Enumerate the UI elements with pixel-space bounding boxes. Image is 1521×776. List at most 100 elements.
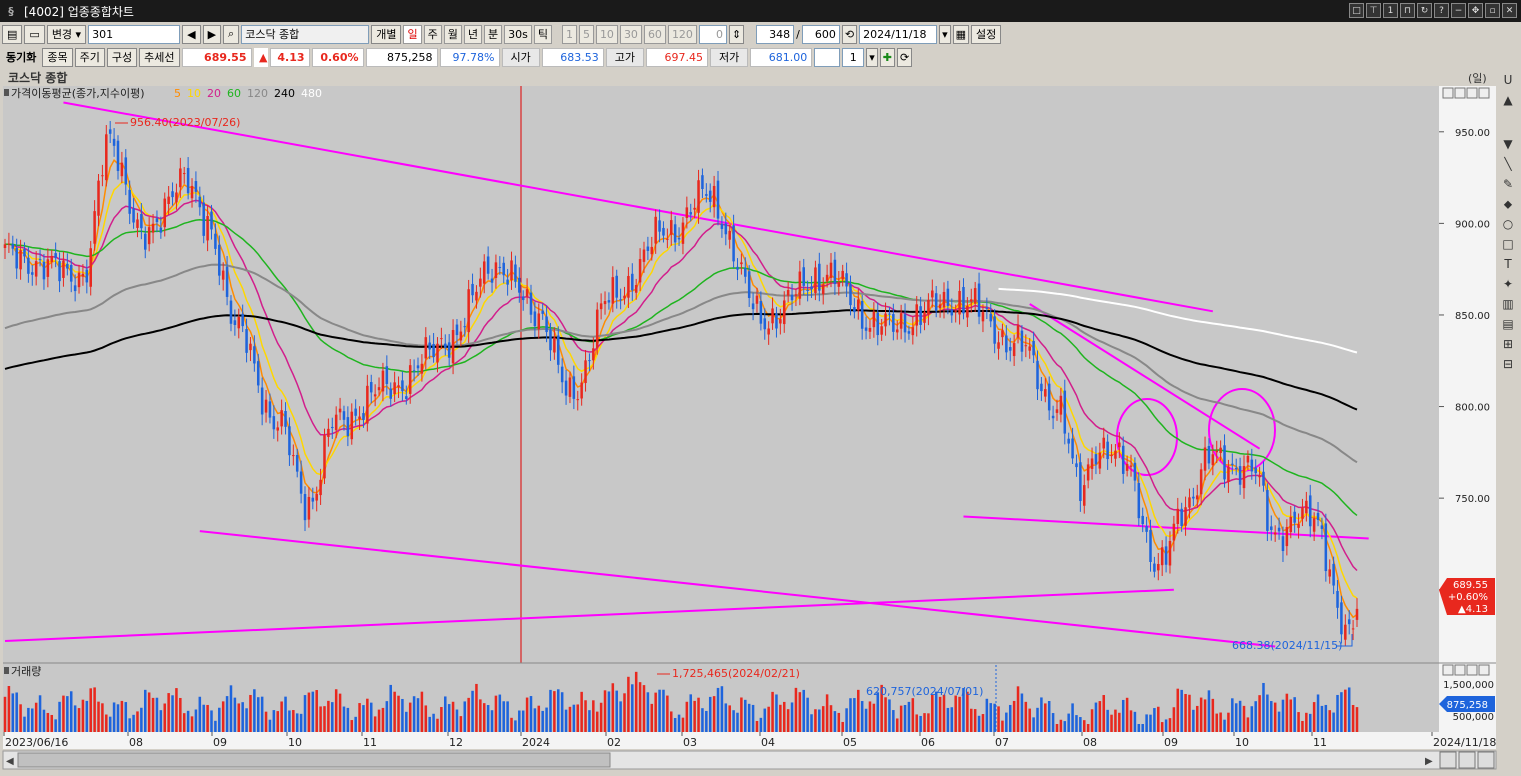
volume-bar xyxy=(151,697,155,732)
period-30s[interactable]: 30s xyxy=(504,24,532,44)
drawing-tool-icon[interactable]: ▥ xyxy=(1502,297,1513,311)
minute-120[interactable]: 120 xyxy=(667,24,697,44)
minute-60[interactable]: 60 xyxy=(643,24,666,44)
compose-button[interactable]: 구성 xyxy=(106,47,138,67)
volume-bar xyxy=(1227,712,1230,732)
drawing-tool-icon[interactable]: ⊞ xyxy=(1503,337,1513,351)
minute-1[interactable]: 1 xyxy=(561,24,577,44)
date-input[interactable]: 2024/11/18 xyxy=(859,24,938,44)
minute-30[interactable]: 30 xyxy=(619,24,642,44)
individual-button[interactable]: 개별 xyxy=(371,24,402,44)
compare-checkbox[interactable] xyxy=(814,47,841,67)
date-dropdown-button[interactable]: ▾ xyxy=(939,24,951,44)
minute-spinner[interactable]: ⇕ xyxy=(728,24,745,44)
volume-bar xyxy=(11,693,15,732)
prev-code-button[interactable]: ◀ xyxy=(182,24,201,44)
volume-bar xyxy=(303,695,307,732)
candle xyxy=(237,316,241,329)
volume-bar xyxy=(108,716,112,732)
scrollbar-thumb[interactable] xyxy=(17,752,611,768)
period-month[interactable]: 월 xyxy=(443,24,462,44)
period-minute[interactable]: 분 xyxy=(483,24,503,44)
drawing-tool-icon[interactable]: ╲ xyxy=(1503,156,1512,171)
link-icon[interactable]: ↻ xyxy=(1417,3,1432,18)
restore-layout-icon[interactable]: □ xyxy=(1349,3,1364,18)
price-tick-label: 900.00 xyxy=(1455,219,1490,230)
volume-bar xyxy=(1211,698,1215,732)
item-button[interactable]: 종목 xyxy=(42,47,73,67)
candle xyxy=(128,189,131,214)
period-day[interactable]: 일 xyxy=(403,24,422,44)
screen-button[interactable]: ▭ xyxy=(24,24,45,44)
volume-bar xyxy=(529,696,533,732)
multiplier-dropdown[interactable]: ▾ xyxy=(866,47,878,67)
reload-button[interactable]: ⟳ xyxy=(897,47,913,67)
volume-bar xyxy=(1289,699,1293,732)
fix-icon[interactable]: ⊤ xyxy=(1366,3,1381,18)
custom-minute-input[interactable]: 0 xyxy=(698,24,727,44)
period-tick[interactable]: 틱 xyxy=(533,24,552,44)
candle xyxy=(751,303,755,310)
drawing-tool-icon[interactable]: ▤ xyxy=(1502,317,1513,331)
period-week[interactable]: 주 xyxy=(423,24,442,44)
add-button[interactable]: ✚ xyxy=(879,47,895,67)
volume-bar xyxy=(159,710,163,732)
next-code-button[interactable]: ▶ xyxy=(202,24,222,44)
maximize-icon[interactable]: ▫ xyxy=(1485,3,1500,18)
minute-10[interactable]: 10 xyxy=(595,24,618,44)
search-code-button[interactable]: ⌕ xyxy=(223,24,240,44)
volume-bar xyxy=(1036,707,1039,732)
scroll-right-icon[interactable]: ▶ xyxy=(1425,756,1433,767)
chevron-down-icon: ▾ xyxy=(869,50,875,64)
multiplier-select[interactable]: 1 xyxy=(842,47,865,67)
candle xyxy=(295,454,299,472)
zoom-in-button[interactable] xyxy=(1477,751,1495,769)
drawing-tool-icon[interactable]: ⬥ xyxy=(1504,197,1513,211)
drawing-tool-icon[interactable]: ⊟ xyxy=(1503,357,1513,371)
close-icon[interactable]: ✕ xyxy=(1502,3,1517,18)
volume-bar xyxy=(1246,717,1250,732)
change-button[interactable]: 변경 ▾ xyxy=(46,24,87,44)
candle xyxy=(588,360,591,362)
candle xyxy=(1219,447,1222,453)
volume-bar xyxy=(475,683,478,732)
number-icon[interactable]: 1 xyxy=(1383,3,1398,18)
drawing-tool-icon[interactable]: ○ xyxy=(1503,217,1513,231)
candle xyxy=(950,309,954,316)
cycle-button[interactable]: 주기 xyxy=(74,47,105,67)
toggle-panel-button[interactable]: ▤ xyxy=(2,24,23,44)
candle xyxy=(210,211,213,230)
display-count-input[interactable]: 348 xyxy=(756,24,795,44)
drawing-tool-icon[interactable]: ✎ xyxy=(1503,177,1513,191)
scroll-left-icon[interactable]: ◀ xyxy=(6,756,14,767)
zoom-out-button[interactable] xyxy=(1458,751,1476,769)
candle xyxy=(1340,602,1343,635)
drawing-tool-icon[interactable]: ▼ xyxy=(1503,137,1513,151)
period-year[interactable]: 년 xyxy=(463,24,482,44)
reload-icon: ⟳ xyxy=(900,50,910,64)
code-input[interactable]: 301 xyxy=(88,24,181,44)
drawing-tool-icon[interactable]: ✦ xyxy=(1503,277,1513,291)
minute-5[interactable]: 5 xyxy=(578,24,594,44)
total-count-input[interactable]: 600 xyxy=(801,24,840,44)
candle xyxy=(872,311,876,328)
trendline-button[interactable]: 추세선 xyxy=(139,47,180,67)
candle xyxy=(557,335,560,365)
volume-bar xyxy=(888,699,891,732)
calendar-button[interactable]: ▦ xyxy=(952,24,970,44)
help-icon[interactable]: ? xyxy=(1434,3,1449,18)
drawing-tool-icon[interactable]: □ xyxy=(1502,237,1513,251)
tile-icon[interactable]: ⊓ xyxy=(1400,3,1415,18)
zoom-tool-button[interactable] xyxy=(1439,751,1457,769)
candle xyxy=(1036,360,1039,390)
drawing-tool-icon[interactable]: ▲ xyxy=(1503,93,1513,107)
query-button[interactable]: ⟲ xyxy=(841,24,858,44)
volume-bar xyxy=(833,711,837,732)
minimize-icon[interactable]: − xyxy=(1451,3,1466,18)
drawing-tool-icon[interactable]: U xyxy=(1504,73,1513,87)
move-icon[interactable]: ✥ xyxy=(1468,3,1483,18)
drawing-tool-icon[interactable]: T xyxy=(1503,257,1512,271)
candle xyxy=(1297,524,1300,528)
chart-svg[interactable]: 코스닥 종합 (일) 가격이동평균(종가,지수이평) 5 10 20 60 120 240… xyxy=(0,68,1521,773)
settings-button[interactable]: 설정 xyxy=(971,24,1002,44)
